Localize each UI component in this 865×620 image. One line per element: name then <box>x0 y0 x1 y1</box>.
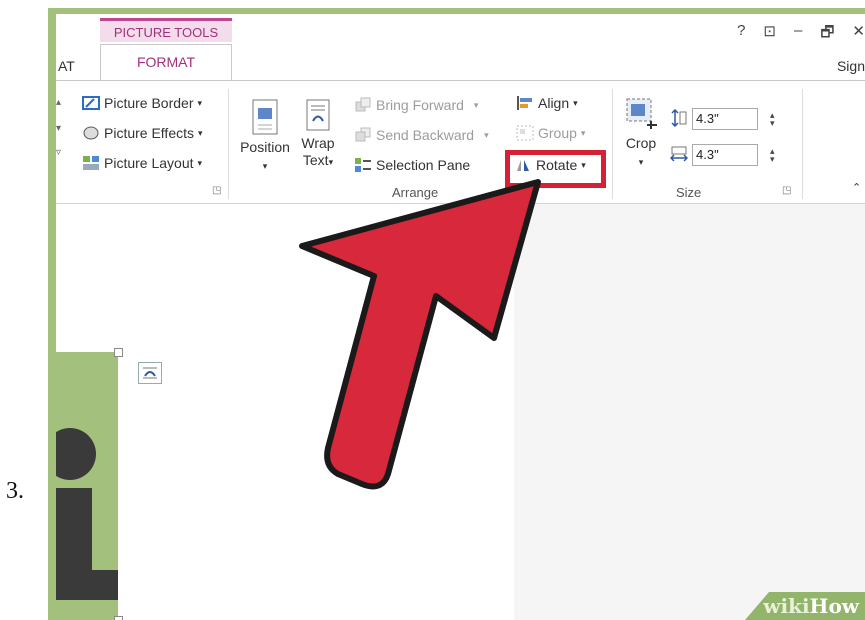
group-button[interactable]: Group ▾ <box>516 125 585 141</box>
arrange-group-label: Arrange <box>392 185 439 200</box>
wrap-text-button[interactable]: Wrap Text▾ <box>298 99 338 171</box>
resize-handle-top-right[interactable] <box>114 348 123 357</box>
position-label: Position <box>240 139 290 155</box>
separator <box>228 89 229 199</box>
picture-border-label: Picture Border <box>104 95 194 111</box>
help-button[interactable]: ? <box>737 22 745 47</box>
picture-border-icon <box>82 96 100 110</box>
group-icon <box>516 125 534 141</box>
position-button[interactable]: Position ▾ <box>236 99 294 175</box>
selection-pane-icon <box>355 158 371 172</box>
bring-forward-label: Bring Forward <box>376 97 464 113</box>
picture-border-button[interactable]: Picture Border ▾ <box>82 95 202 111</box>
step-number: 3. <box>6 478 24 504</box>
rotate-highlight-box <box>505 150 606 188</box>
gallery-scroll-down[interactable]: ▾ <box>56 123 61 134</box>
wrap-text-line2: Text <box>302 152 329 168</box>
shape-height-input[interactable]: 4.3" <box>692 108 758 130</box>
align-label: Align <box>538 95 570 111</box>
position-icon <box>252 99 278 135</box>
shape-height-icon <box>671 109 687 127</box>
window-controls: ? ⊡ – 🗗 ✕ <box>737 22 865 47</box>
collapse-ribbon-icon[interactable]: ⌃ <box>852 181 861 194</box>
layout-options-icon <box>143 367 157 379</box>
tab-row: PICTURE TOOLS AT FORMAT ? ⊡ – 🗗 ✕ Sign <box>56 14 865 81</box>
separator <box>802 89 803 199</box>
bring-forward-icon <box>355 97 371 112</box>
wikihow-how: How <box>809 594 859 618</box>
gallery-scroll-up[interactable]: ▴ <box>56 97 61 108</box>
wikihow-logo: wikiHow <box>763 594 859 618</box>
wikihow-wiki: wiki <box>763 594 810 618</box>
picture-effects-label: Picture Effects <box>104 125 195 141</box>
crop-label: Crop <box>625 135 657 151</box>
bring-forward-button[interactable]: Bring Forward ▾ <box>354 97 478 113</box>
wrap-text-line1: Wrap <box>301 135 335 151</box>
group-label: Group <box>538 125 577 141</box>
restore-button[interactable]: 🗗 <box>820 22 834 47</box>
wrap-text-icon <box>306 99 330 131</box>
selection-pane-label: Selection Pane <box>376 157 471 173</box>
selection-pane-button[interactable]: Selection Pane <box>354 157 470 173</box>
shape-width-input[interactable]: 4.3" <box>692 144 758 166</box>
ribbon-display-button[interactable]: ⊡ <box>763 22 776 47</box>
picture-styles-launcher-icon[interactable]: ◳ <box>212 185 221 196</box>
close-button[interactable]: ✕ <box>852 22 865 47</box>
size-launcher-icon[interactable]: ◳ <box>782 185 791 196</box>
screenshot-frame: PICTURE TOOLS AT FORMAT ? ⊡ – 🗗 ✕ Sign ▴… <box>48 8 865 620</box>
tab-partial[interactable]: AT <box>58 58 75 74</box>
layout-options-button[interactable] <box>138 362 162 384</box>
resize-handle-bottom-right[interactable] <box>114 616 123 620</box>
tab-format[interactable]: FORMAT <box>100 44 232 81</box>
separator <box>612 89 613 199</box>
send-backward-button[interactable]: Send Backward ▾ <box>354 127 489 143</box>
picture-layout-label: Picture Layout <box>104 155 194 171</box>
picture-effects-button[interactable]: Picture Effects ▾ <box>82 125 203 141</box>
align-button[interactable]: Align ▾ <box>516 95 578 111</box>
height-spinner[interactable]: ▴ ▾ <box>770 111 775 128</box>
picture-tools-label: PICTURE TOOLS <box>100 18 232 42</box>
crop-button[interactable]: Crop ▾ <box>618 95 664 171</box>
size-group-label: Size <box>676 185 702 200</box>
picture-effects-icon <box>83 126 99 140</box>
document-area: wikiHow <box>56 204 865 620</box>
crop-icon <box>626 98 657 129</box>
send-backward-label: Send Backward <box>376 127 475 143</box>
minimize-button[interactable]: – <box>794 22 802 47</box>
word-window: PICTURE TOOLS AT FORMAT ? ⊡ – 🗗 ✕ Sign ▴… <box>56 14 865 620</box>
picture-layout-button[interactable]: Picture Layout ▾ <box>82 155 202 171</box>
document-margin-area <box>514 204 865 620</box>
sign-in-link[interactable]: Sign <box>837 58 865 74</box>
shape-width-icon <box>670 146 688 162</box>
picture-content-icon <box>56 428 118 600</box>
selected-picture[interactable] <box>56 352 118 620</box>
width-spinner[interactable]: ▴ ▾ <box>770 147 775 164</box>
send-backward-icon <box>355 127 371 142</box>
picture-layout-icon <box>83 156 99 170</box>
align-icon <box>517 96 532 110</box>
ribbon: ▴ ▾ ▿ Picture Border ▾ Picture Effects ▾ P… <box>56 80 865 204</box>
gallery-more[interactable]: ▿ <box>56 147 61 158</box>
